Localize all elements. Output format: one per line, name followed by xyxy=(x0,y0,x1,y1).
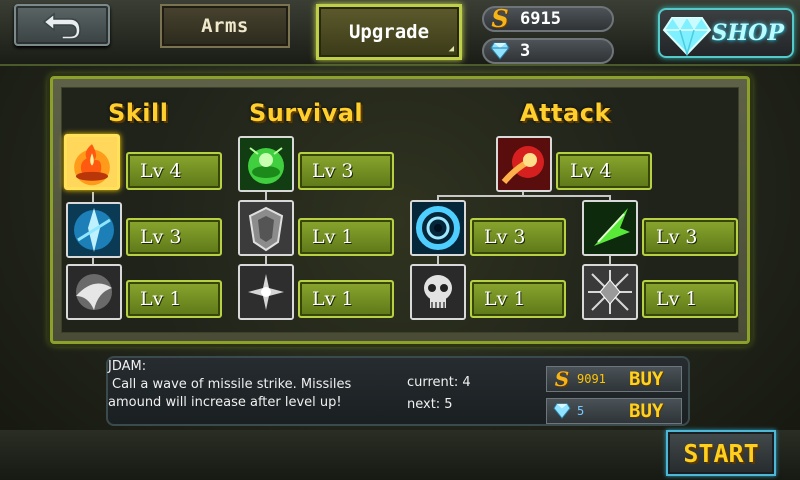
diamond-icon xyxy=(662,17,712,56)
start-button[interactable]: START xyxy=(666,430,776,476)
skill-description-line: Call a wave of missile strike. Missiles xyxy=(112,377,352,392)
survival-column-title: Survival xyxy=(249,99,364,127)
level-badge: Lv 4 xyxy=(556,152,652,190)
back-button[interactable] xyxy=(14,4,110,46)
shop-label: SHOP xyxy=(711,20,784,46)
spark-survival-icon[interactable] xyxy=(238,264,294,320)
start-label: START xyxy=(683,438,759,468)
level-badge: Lv 3 xyxy=(642,218,738,256)
level-badge: Lv 1 xyxy=(470,280,566,318)
gold-amount: 6915 xyxy=(520,9,561,29)
gem-price: 5 xyxy=(577,404,585,418)
level-badge: Lv 3 xyxy=(126,218,222,256)
green-slash-attack-icon[interactable] xyxy=(582,200,638,256)
green-orb-survival-icon[interactable] xyxy=(238,136,294,192)
level-badge: Lv 1 xyxy=(126,280,222,318)
gem-icon xyxy=(486,40,514,62)
upgrade-tab[interactable]: Upgrade ◢ xyxy=(316,4,462,60)
white-burst-skill-icon[interactable] xyxy=(66,264,122,320)
fire-burst-skill-icon[interactable] xyxy=(64,134,120,190)
shatter-attack-icon[interactable] xyxy=(582,264,638,320)
arms-tab[interactable]: Arms xyxy=(160,4,290,48)
vortex-attack-icon[interactable] xyxy=(410,200,466,256)
gem-amount: 3 xyxy=(520,41,531,61)
level-badge: Lv 1 xyxy=(298,280,394,318)
level-badge: Lv 1 xyxy=(298,218,394,256)
back-arrow-icon xyxy=(42,12,81,40)
connector-line xyxy=(92,192,94,202)
shop-button[interactable]: SHOP xyxy=(658,8,794,58)
connector-line xyxy=(437,195,610,197)
shield-survival-icon[interactable] xyxy=(238,200,294,256)
blue-blade-skill-icon[interactable] xyxy=(66,202,122,258)
level-badge: Lv 4 xyxy=(126,152,222,190)
gold-counter: S 6915 xyxy=(482,6,614,32)
level-badge: Lv 3 xyxy=(470,218,566,256)
upgrade-tab-label: Upgrade xyxy=(348,21,430,43)
skill-description-line: amound will increase after level up! xyxy=(108,395,342,410)
gold-price: 9091 xyxy=(577,372,606,386)
gold-coin-icon: S xyxy=(491,4,509,33)
buy-label: BUY xyxy=(629,368,664,390)
buy-label: BUY xyxy=(629,400,664,422)
gold-coin-icon: S xyxy=(554,367,570,391)
attack-column-title: Attack xyxy=(520,99,611,127)
current-level-text: current: 4 xyxy=(407,375,471,390)
level-badge: Lv 3 xyxy=(298,152,394,190)
skill-column-title: Skill xyxy=(108,99,169,127)
gem-counter: 3 xyxy=(482,38,614,64)
level-badge: Lv 1 xyxy=(642,280,738,318)
skill-description: JDAM: Call a wave of missile strike. Mis… xyxy=(108,358,388,412)
buy-with-gem-button[interactable]: 5 BUY xyxy=(546,398,682,424)
next-level-text: next: 5 xyxy=(407,397,453,412)
skull-attack-icon[interactable] xyxy=(410,264,466,320)
gem-icon xyxy=(547,403,577,419)
corner-indicator-icon: ◢ xyxy=(448,44,454,54)
fireball-attack-icon[interactable] xyxy=(496,136,552,192)
skill-name: JDAM: xyxy=(108,359,147,374)
arms-tab-label: Arms xyxy=(201,15,249,37)
buy-with-gold-button[interactable]: S 9091 BUY xyxy=(546,366,682,392)
